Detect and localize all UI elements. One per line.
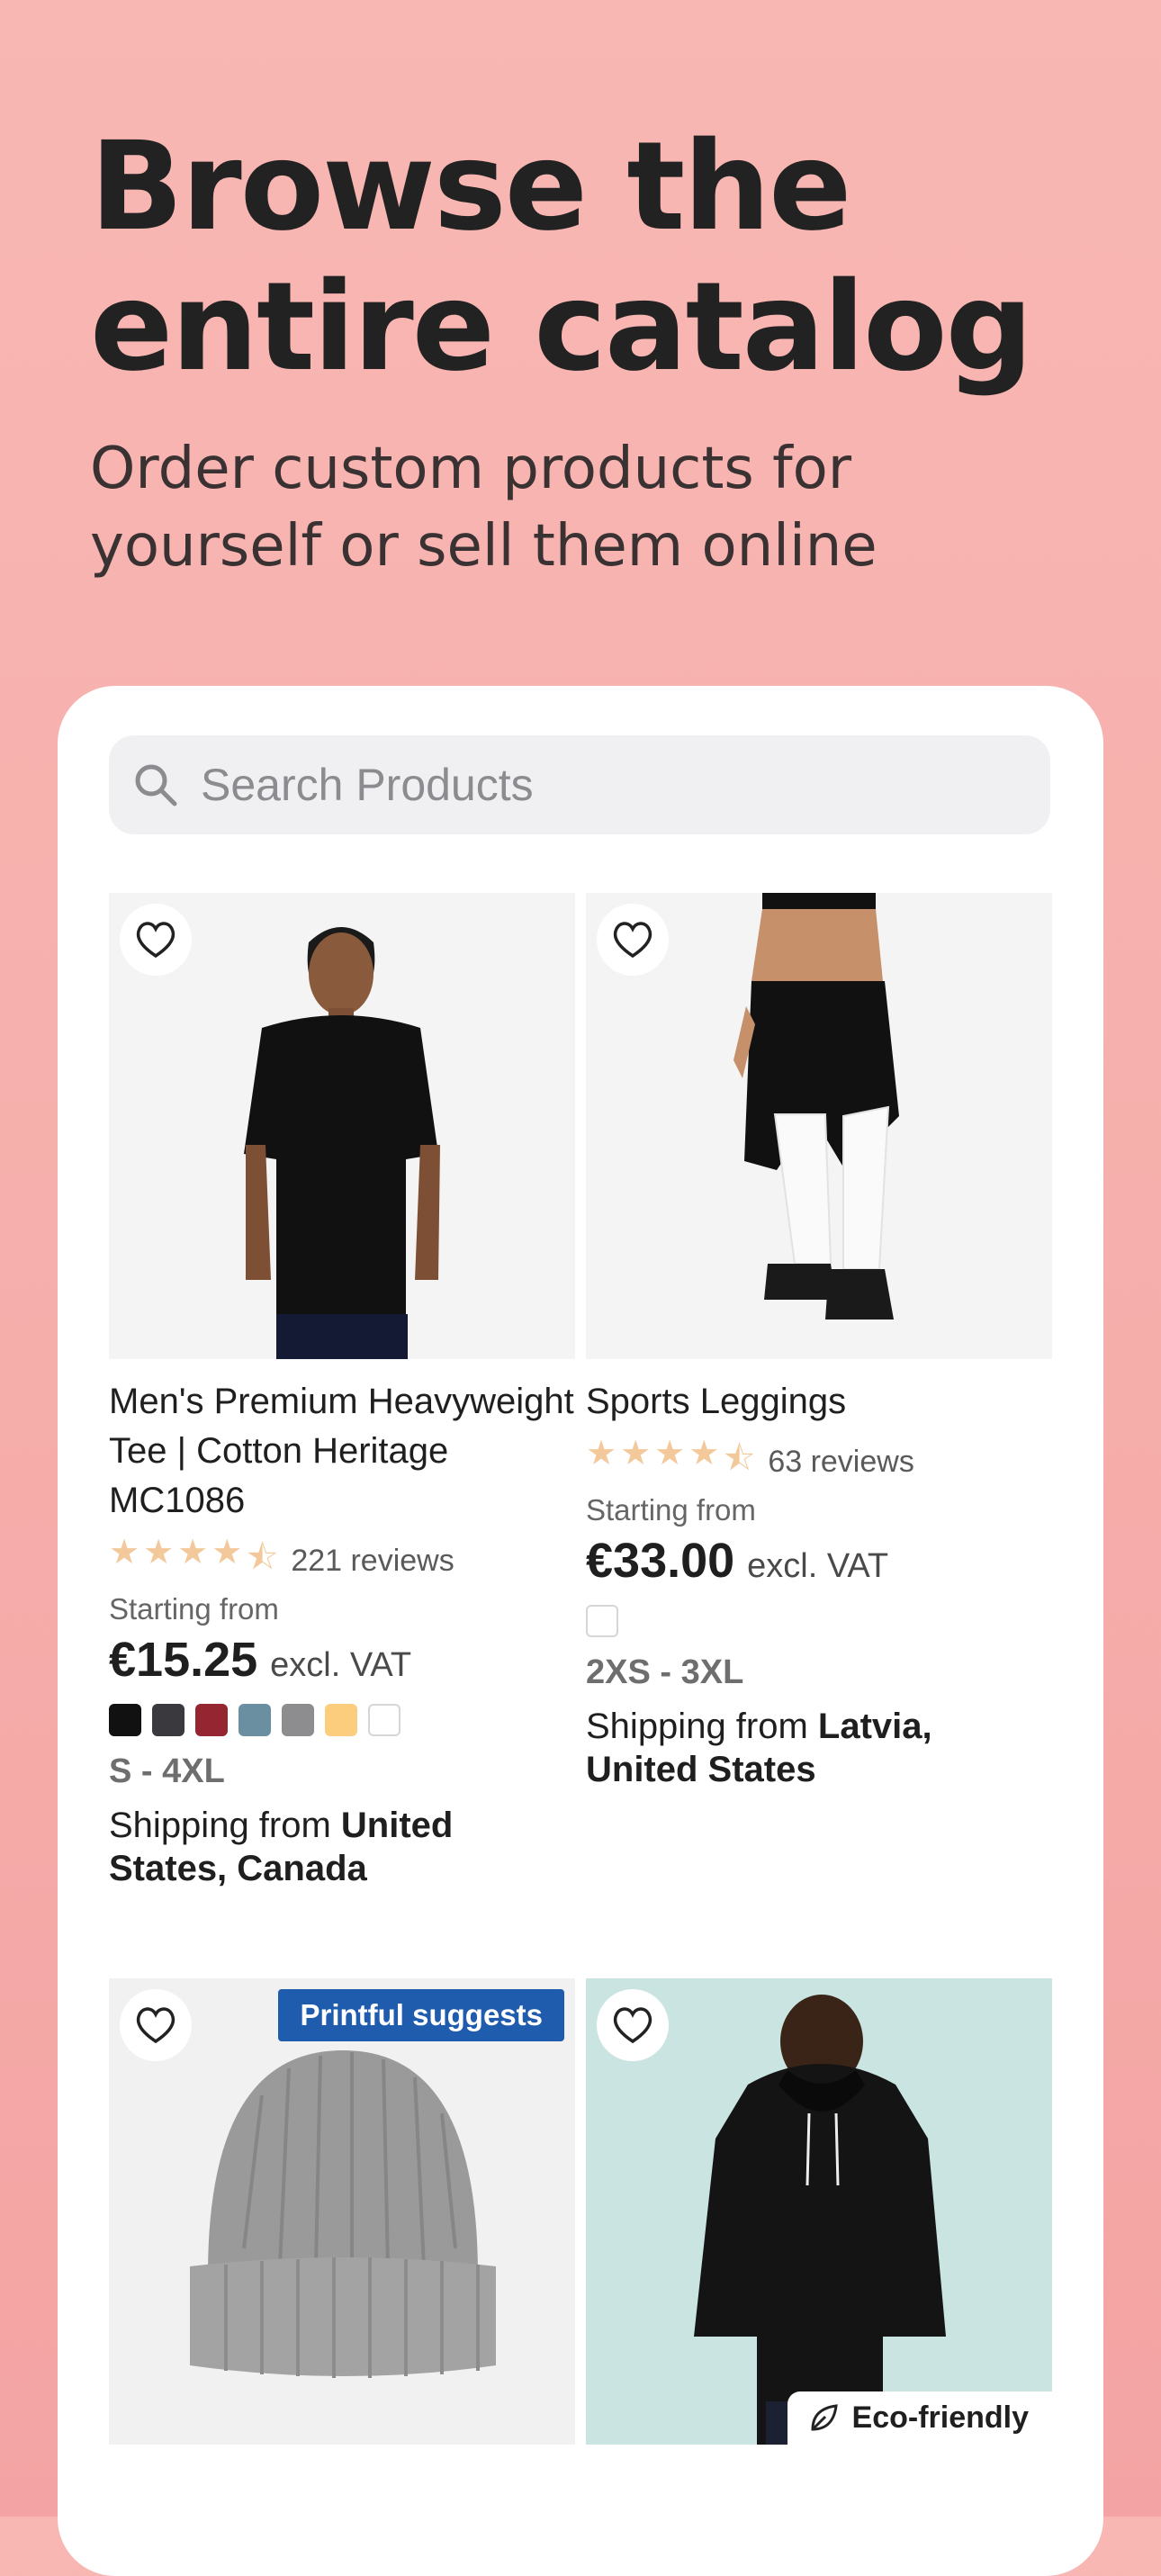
favorite-button-beanie[interactable] <box>120 1989 192 2061</box>
star-icon: ★ <box>143 1533 175 1572</box>
product-rating: ★ ★ ★ ★ ⯪ 221 reviews <box>109 1534 575 1583</box>
heart-icon <box>136 922 176 959</box>
hero-title: Browse the entire catalog <box>90 117 1080 398</box>
hero-title-line2: entire catalog <box>90 257 1033 399</box>
star-icon: ★ <box>654 1434 686 1473</box>
heart-icon <box>613 2007 652 2044</box>
eco-friendly-badge: Eco-friendly <box>787 2391 1052 2445</box>
hero-title-line1: Browse the <box>90 116 851 258</box>
color-swatch <box>586 1605 618 1637</box>
starting-from-label: Starting from <box>109 1592 279 1626</box>
favorite-button-hoodie[interactable] <box>597 1989 669 2061</box>
hero-subtitle: Order custom products for yourself or se… <box>90 430 1080 585</box>
star-icon: ★ <box>586 1434 617 1473</box>
favorite-button-leggings[interactable] <box>597 904 669 976</box>
hero-subtitle-line1: Order custom products for <box>90 436 852 502</box>
color-swatch <box>368 1704 400 1736</box>
star-icon: ★ <box>177 1533 209 1572</box>
eco-friendly-label: Eco-friendly <box>851 2400 1029 2435</box>
shipping-info: Shipping from Latvia, United States <box>586 1705 1052 1791</box>
product-image-beanie[interactable]: Printful suggests <box>109 1978 575 2445</box>
search-placeholder: Search Products <box>201 760 534 810</box>
color-swatch <box>282 1704 314 1736</box>
review-count: 63 reviews <box>768 1444 914 1479</box>
product-image-hoodie[interactable]: Eco-friendly <box>586 1978 1052 2445</box>
star-icon: ★ <box>688 1434 720 1473</box>
rating-stars: ★ ★ ★ ★ ⯪ <box>586 1433 755 1491</box>
color-swatch <box>195 1704 228 1736</box>
color-swatch <box>238 1704 271 1736</box>
price-row: €15.25 excl. VAT <box>109 1632 575 1688</box>
vat-label: excl. VAT <box>270 1646 412 1684</box>
star-icon: ★ <box>212 1533 243 1572</box>
price: €15.25 <box>109 1633 258 1687</box>
star-icon: ★ <box>620 1434 652 1473</box>
star-icon: ★ <box>109 1533 140 1572</box>
review-count: 221 reviews <box>291 1543 454 1578</box>
size-range: 2XS - 3XL <box>586 1653 744 1691</box>
catalog-card: Search Products Men's Premium Heavyweigh… <box>58 686 1103 2576</box>
search-icon <box>132 760 183 810</box>
product-image-tee[interactable] <box>109 893 575 1359</box>
product-card-hoodie[interactable]: Eco-friendly <box>586 1978 1052 2445</box>
product-title[interactable]: Men's Premium Heavyweight Tee | Cotton H… <box>109 1377 575 1526</box>
product-rating: ★ ★ ★ ★ ⯪ 63 reviews <box>586 1435 1052 1484</box>
price-row: €33.00 excl. VAT <box>586 1533 1052 1589</box>
product-card-tee[interactable]: Men's Premium Heavyweight Tee | Cotton H… <box>109 893 575 1890</box>
leaf-icon <box>811 2403 838 2431</box>
shipping-info: Shipping from United States, Canada <box>109 1804 575 1890</box>
product-title[interactable]: Sports Leggings <box>586 1377 1052 1427</box>
starting-from-label: Starting from <box>586 1493 756 1527</box>
heart-icon <box>613 922 652 959</box>
half-star-icon: ⯪ <box>246 1538 279 1577</box>
shipping-prefix: Shipping from <box>109 1806 341 1845</box>
size-range: S - 4XL <box>109 1752 225 1790</box>
printful-suggests-badge: Printful suggests <box>278 1989 564 2041</box>
shipping-prefix: Shipping from <box>586 1707 818 1746</box>
product-image-leggings[interactable] <box>586 893 1052 1359</box>
rating-stars: ★ ★ ★ ★ ⯪ <box>109 1532 278 1590</box>
product-card-beanie[interactable]: Printful suggests <box>109 1978 575 2445</box>
heart-icon <box>136 2007 176 2044</box>
search-input[interactable]: Search Products <box>109 735 1050 834</box>
half-star-icon: ⯪ <box>723 1439 756 1478</box>
vat-label: excl. VAT <box>747 1547 889 1585</box>
price: €33.00 <box>586 1534 735 1588</box>
product-card-leggings[interactable]: Sports Leggings ★ ★ ★ ★ ⯪ 63 reviews Startin… <box>586 893 1052 1791</box>
color-swatch <box>325 1704 357 1736</box>
color-swatch <box>109 1704 141 1736</box>
color-swatches <box>586 1605 1052 1637</box>
color-swatch <box>152 1704 184 1736</box>
color-swatches <box>109 1704 575 1736</box>
favorite-button-tee[interactable] <box>120 904 192 976</box>
hero-subtitle-line2: yourself or sell them online <box>90 513 878 580</box>
